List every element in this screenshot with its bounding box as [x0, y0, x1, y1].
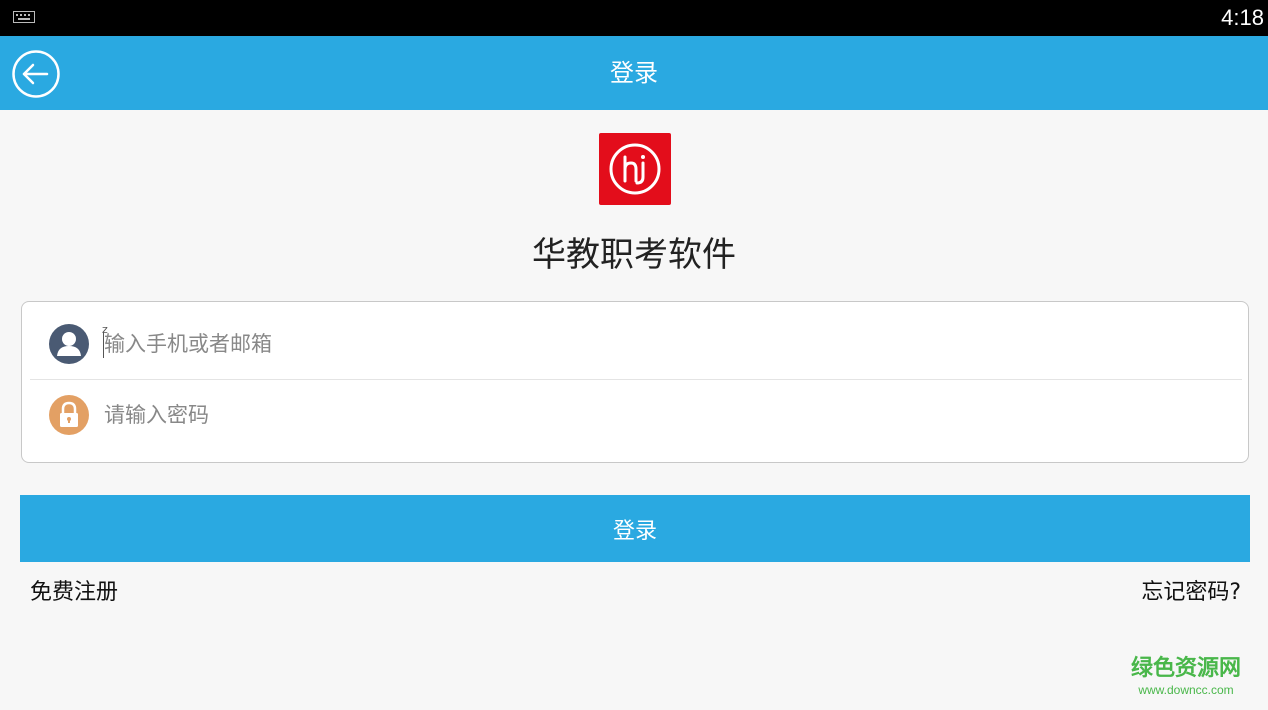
form-divider: [30, 379, 1242, 380]
status-bar: 4:18: [0, 0, 1268, 36]
back-button[interactable]: [11, 49, 61, 99]
watermark: 绿色资源网 www.downcc.com: [1126, 656, 1246, 698]
status-clock: 4:18: [1221, 5, 1264, 30]
app-name: 华教职考软件: [532, 235, 736, 275]
watermark-url: www.downcc.com: [1138, 683, 1234, 697]
page-title: 登录: [610, 59, 658, 87]
user-icon: [49, 324, 89, 364]
keyboard-icon: [13, 11, 35, 23]
username-input[interactable]: [104, 324, 1224, 364]
app-logo-icon: [609, 143, 661, 195]
back-arrow-icon: [12, 50, 60, 98]
lock-icon: [49, 395, 89, 435]
password-input[interactable]: [104, 395, 1224, 435]
login-form: z: [21, 301, 1249, 463]
watermark-title: 绿色资源网: [1130, 656, 1241, 681]
register-link[interactable]: 免费注册: [30, 574, 118, 606]
login-button[interactable]: 登录: [20, 495, 1250, 562]
password-row: [22, 382, 1248, 462]
username-row: z: [22, 302, 1248, 382]
forgot-password-link[interactable]: 忘记密码?: [1141, 574, 1241, 606]
app-logo: [599, 133, 671, 205]
app-bar: 登录: [0, 36, 1268, 110]
